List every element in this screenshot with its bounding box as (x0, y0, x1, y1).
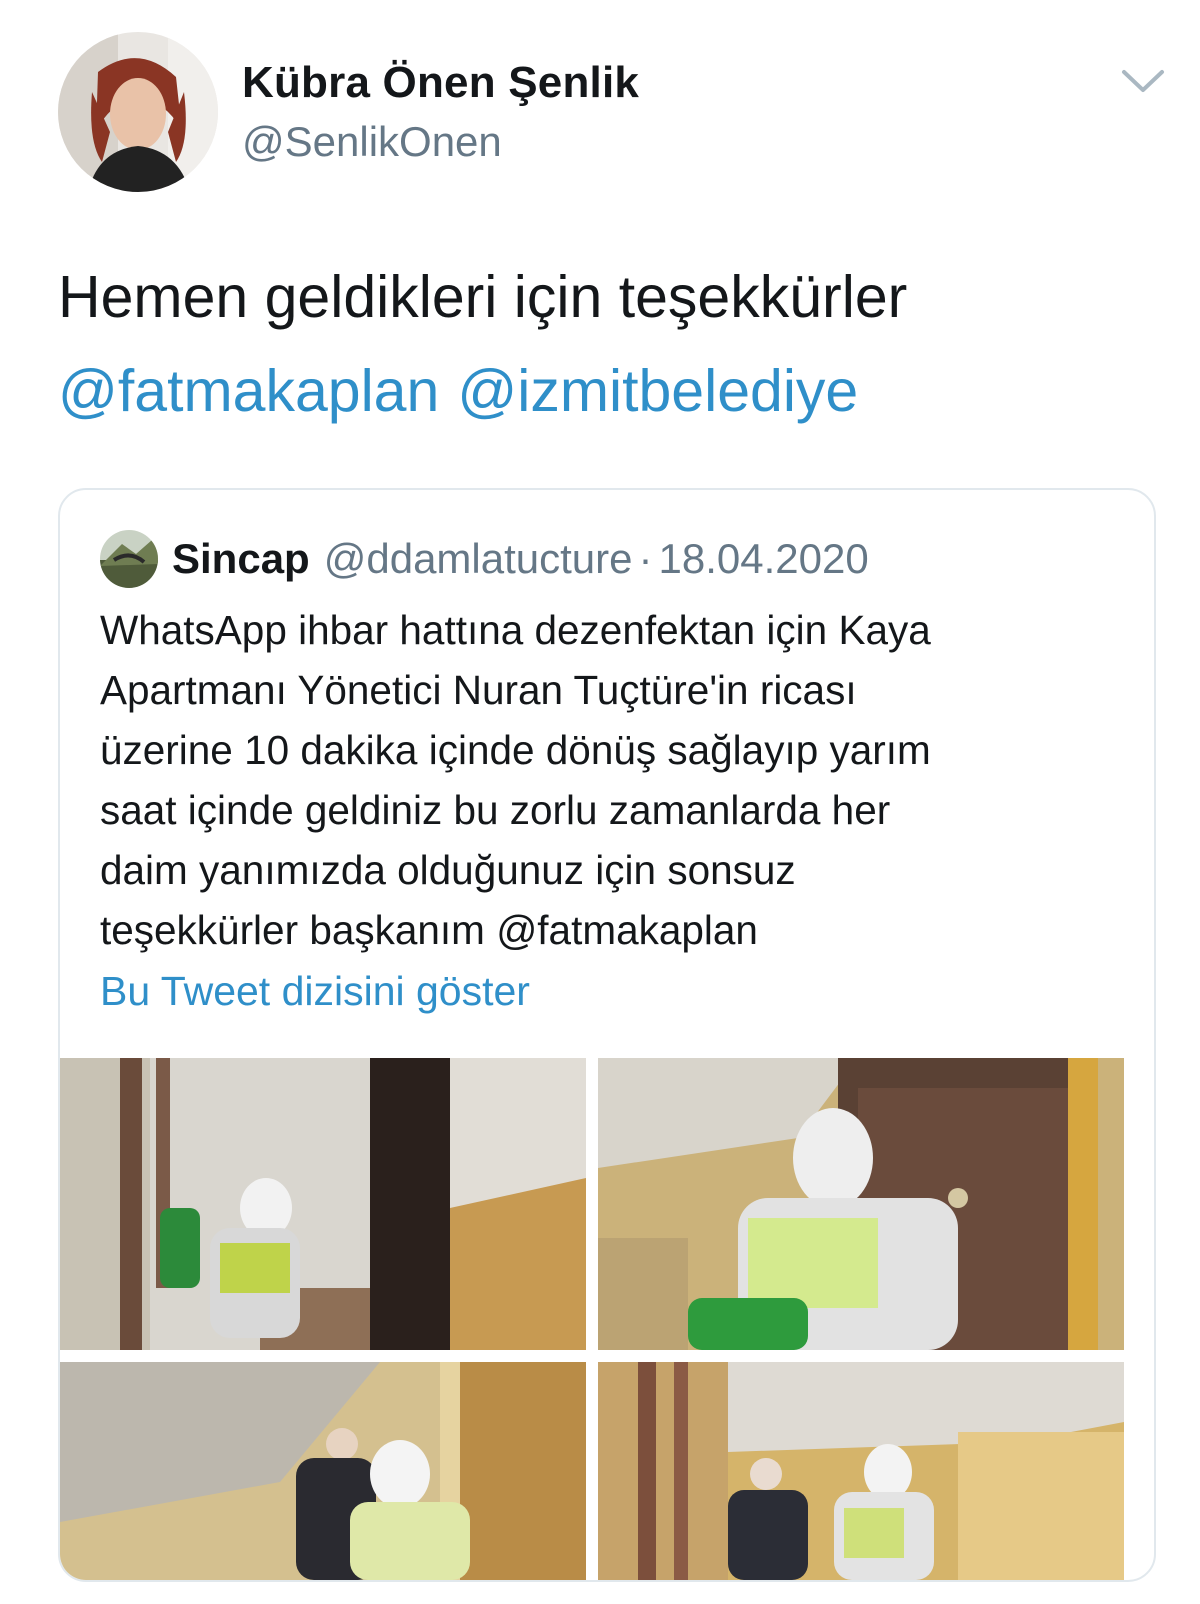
quoted-author-avatar[interactable] (100, 530, 158, 588)
quoted-author-name[interactable]: Sincap (172, 535, 310, 583)
photo-4[interactable] (598, 1362, 1124, 1580)
quoted-text-line: WhatsApp ihbar hattına dezenfektan için … (100, 607, 931, 653)
dot-separator: · (638, 535, 653, 582)
photo-2[interactable] (598, 1058, 1124, 1350)
quoted-text-line: teşekkürler başkanım @fatmakaplan (100, 900, 1120, 960)
quoted-author-handle[interactable]: @ddamlatucture (324, 535, 633, 583)
mention-link[interactable]: @fatmakaplan (58, 358, 439, 424)
photo-3-image (60, 1362, 586, 1580)
quoted-tweet-date[interactable]: 18.04.2020 (659, 535, 869, 583)
quoted-mention: @fatmakaplan (496, 907, 758, 953)
photo-4-image (598, 1362, 1124, 1580)
photo-3[interactable] (60, 1362, 586, 1580)
author-avatar[interactable] (58, 32, 218, 192)
quoted-tweet-text: WhatsApp ihbar hattına dezenfektan için … (100, 600, 1120, 960)
tweet: Kübra Önen Şenlik @SenlikOnen Hemen geld… (0, 0, 1200, 1604)
author-avatar-image (58, 32, 218, 192)
tweet-text: Hemen geldikleri için teşekkürler @fatma… (58, 250, 1158, 438)
quoted-text-line: daim yanımızda olduğunuz için sonsuz (100, 847, 796, 893)
photo-1-image (60, 1058, 586, 1350)
quoted-text-line: Apartmanı Yönetici Nuran Tuçtüre'in rica… (100, 667, 857, 713)
quoted-tweet-card[interactable]: Sincap @ddamlatucture · 18.04.2020 Whats… (58, 488, 1156, 1582)
show-thread-link[interactable]: Bu Tweet dizisini göster (100, 968, 530, 1015)
quoted-tweet-header: Sincap @ddamlatucture · 18.04.2020 (172, 530, 869, 588)
quoted-text-line: üzerine 10 dakika içinde dönüş sağlayıp … (100, 727, 931, 773)
photo-1[interactable] (60, 1058, 586, 1350)
quoted-avatar-image (100, 530, 158, 588)
mention-link[interactable]: @izmitbelediye (457, 358, 858, 424)
author-handle[interactable]: @SenlikOnen (242, 118, 502, 166)
chevron-down-icon[interactable] (1118, 62, 1168, 98)
quoted-text-line: saat içinde geldiniz bu zorlu zamanlarda… (100, 787, 891, 833)
tweet-mentions: @fatmakaplan @izmitbelediye (58, 344, 1158, 438)
tweet-text-body: Hemen geldikleri için teşekkürler (58, 264, 908, 330)
photo-2-image (598, 1058, 1124, 1350)
quoted-text-tail: teşekkürler başkanım (100, 907, 485, 953)
author-name[interactable]: Kübra Önen Şenlik (242, 58, 639, 108)
